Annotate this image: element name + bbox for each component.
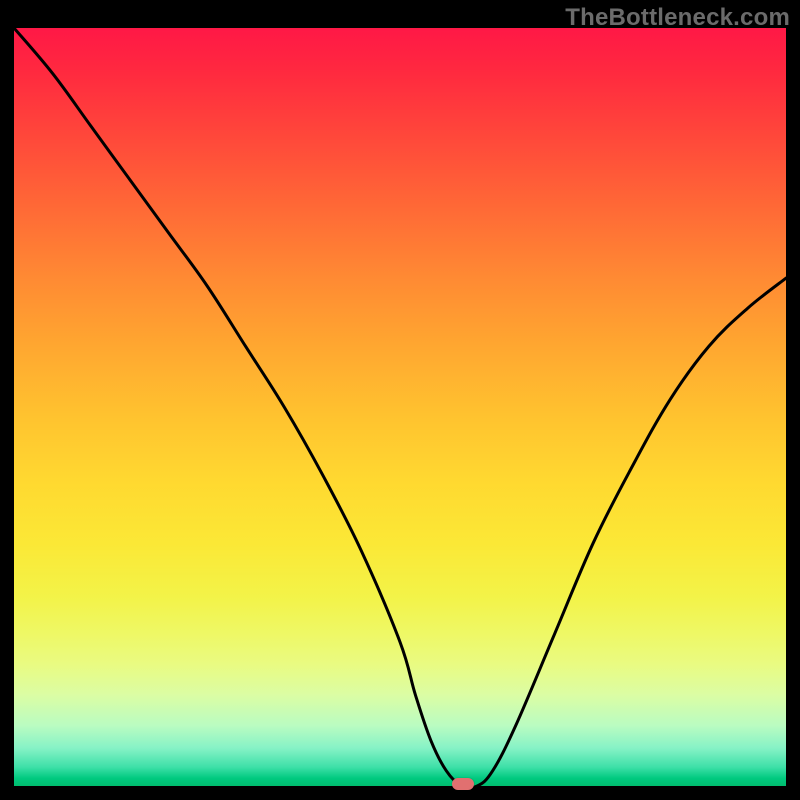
watermark-text: TheBottleneck.com xyxy=(565,4,790,32)
bottleneck-curve xyxy=(14,28,786,786)
minimum-marker xyxy=(452,778,474,790)
chart-frame: TheBottleneck.com xyxy=(0,0,800,800)
plot-area xyxy=(14,28,786,786)
